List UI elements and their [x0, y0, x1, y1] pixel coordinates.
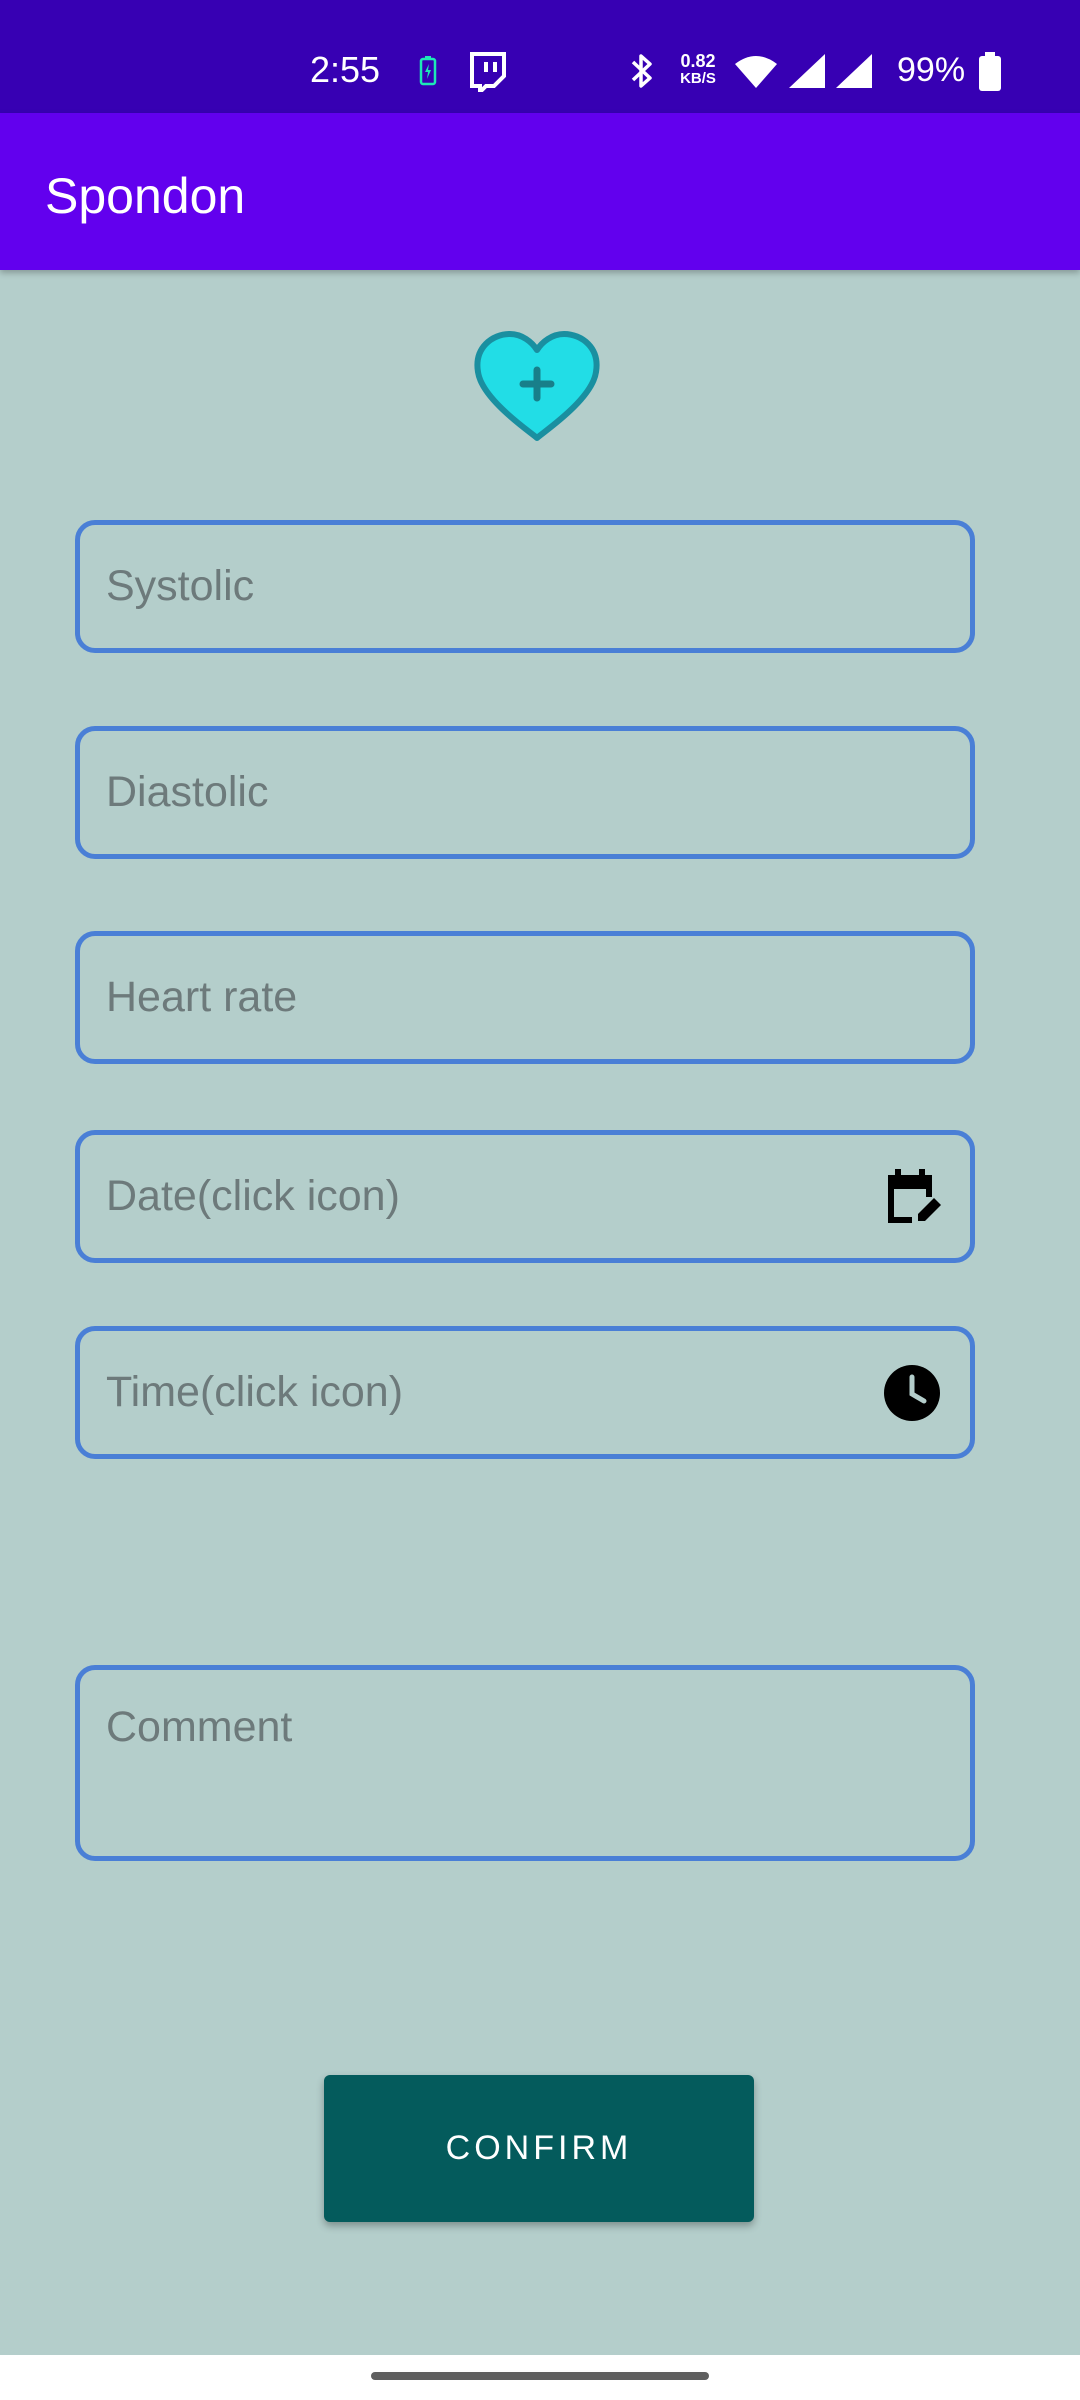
battery-saver-icon [419, 56, 437, 86]
diastolic-field[interactable]: Diastolic [75, 726, 975, 859]
diastolic-placeholder: Diastolic [106, 768, 269, 816]
app-bar: Spondon [0, 113, 1080, 270]
confirm-button-label: CONFIRM [445, 2129, 633, 2167]
signal-icon-2 [836, 54, 872, 88]
heart-plus-icon [474, 331, 600, 441]
comment-field[interactable]: Comment [75, 1665, 975, 1861]
heart-rate-field[interactable]: Heart rate [75, 931, 975, 1064]
network-speed-value: 0.82 [680, 51, 716, 71]
status-bar: 2:55 0.82 KB/S 99% [0, 0, 1080, 113]
status-time: 2:55 [310, 49, 381, 90]
comment-placeholder: Comment [106, 1703, 293, 1751]
app-title: Spondon [45, 168, 246, 224]
calendar-edit-icon[interactable] [882, 1167, 942, 1227]
time-field[interactable]: Time(click icon) [75, 1326, 975, 1459]
signal-icon-1 [789, 54, 825, 88]
time-placeholder: Time(click icon) [106, 1368, 404, 1416]
systolic-field[interactable]: Systolic [75, 520, 975, 653]
systolic-placeholder: Systolic [106, 562, 255, 610]
heart-rate-placeholder: Heart rate [106, 973, 298, 1021]
home-indicator[interactable] [371, 2372, 709, 2380]
battery-icon [979, 52, 1001, 91]
clock-icon[interactable] [882, 1363, 942, 1423]
bluetooth-icon [631, 54, 652, 88]
network-speed-unit: KB/S [680, 70, 716, 87]
twitch-icon [470, 52, 506, 92]
confirm-button[interactable]: CONFIRM [324, 2075, 754, 2222]
wifi-icon [735, 56, 777, 88]
date-placeholder: Date(click icon) [106, 1172, 400, 1220]
network-speed: 0.82 KB/S [672, 52, 724, 88]
date-field[interactable]: Date(click icon) [75, 1130, 975, 1263]
battery-percent: 99% [897, 51, 966, 89]
